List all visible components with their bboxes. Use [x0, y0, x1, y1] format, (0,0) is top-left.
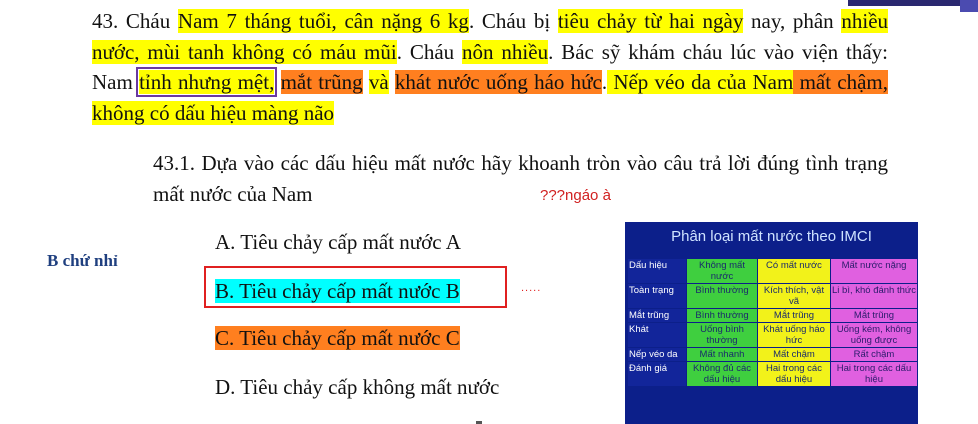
- option-d[interactable]: D. Tiêu chảy cấp không mất nước: [215, 374, 499, 400]
- table-cell: Không mất nước: [687, 259, 757, 283]
- imci-title: Phân loại mất nước theo IMCI: [671, 228, 872, 245]
- table-cell: Kích thích, vật vã: [758, 284, 830, 308]
- text-run: [389, 70, 395, 94]
- table-cell: Bình thường: [687, 309, 757, 322]
- table-cell: Mắt trũng: [628, 309, 686, 322]
- highlight-yellow: tiêu chảy từ hai ngày: [557, 9, 744, 33]
- highlight-yellow: Nếp véo da của Nam: [607, 70, 794, 94]
- table-row: Dấu hiệu Không mất nước Có mất nước Mất …: [628, 259, 917, 283]
- boxed-highlight: tỉnh nhưng mệt,: [136, 67, 278, 97]
- table-row: Đánh giá Không đủ các dấu hiệu Hai trong…: [628, 362, 917, 386]
- highlight-yellow: và: [368, 70, 389, 94]
- table-cell: Toàn trạng: [628, 284, 686, 308]
- table-cell: Mắt trũng: [758, 309, 830, 322]
- dotted-marker: .....: [521, 282, 542, 294]
- highlight-yellow: Nam 7 tháng tuổi, cân nặng 6 kg: [177, 9, 469, 33]
- option-b-label: B. Tiêu chảy cấp mất nước B: [215, 279, 460, 303]
- option-b[interactable]: B. Tiêu chảy cấp mất nước B: [215, 278, 460, 304]
- table-row: Khát Uống bình thường Khát uống háo hức …: [628, 323, 917, 347]
- table-cell: Khát uống háo hức: [758, 323, 830, 347]
- case-paragraph: 43. Cháu Nam 7 tháng tuổi, cân nặng 6 kg…: [92, 6, 889, 128]
- table-cell: Uống bình thường: [687, 323, 757, 347]
- table-cell: Mắt trũng: [831, 309, 917, 322]
- table-cell: Có mất nước: [758, 259, 830, 283]
- table-cell: Nếp véo da: [628, 348, 686, 361]
- table-cell: Bình thường: [687, 284, 757, 308]
- text-run: [363, 70, 369, 94]
- table-cell: Rất chậm: [831, 348, 917, 361]
- highlight-yellow: nôn nhiều: [462, 39, 549, 64]
- text-run: . Cháu bị: [468, 9, 558, 33]
- text-run: [274, 70, 280, 94]
- table-row: Mắt trũng Bình thường Mắt trũng Mắt trũn…: [628, 309, 917, 322]
- table-cell: Không đủ các dấu hiệu: [687, 362, 757, 386]
- highlight-orange: mất chậm,: [793, 70, 889, 94]
- table-cell: Đánh giá: [628, 362, 686, 386]
- annotation-note: ???ngáo à: [540, 187, 611, 204]
- option-c-label: C. Tiêu chảy cấp mất nước C: [215, 326, 460, 350]
- table-row: Toàn trạng Bình thường Kích thích, vật v…: [628, 284, 917, 308]
- table-cell: Dấu hiệu: [628, 259, 686, 283]
- text-run: . Cháu: [396, 39, 463, 64]
- table-cell: Mất chậm: [758, 348, 830, 361]
- table-cell: Uống kém, không uống được: [831, 323, 917, 347]
- table-row: Nếp véo da Mất nhanh Mất chậm Rất chậm: [628, 348, 917, 361]
- imci-table-image: Phân loại mất nước theo IMCI Dấu hiệu Kh…: [625, 222, 918, 424]
- highlight-yellow: không có dấu hiệu màng não: [92, 100, 335, 125]
- highlight-orange: khát nước uống háo hức: [394, 70, 602, 94]
- option-a[interactable]: A. Tiêu chảy cấp mất nước A: [215, 229, 461, 255]
- table-cell: Mất nhanh: [687, 348, 757, 361]
- table-cell: Hai trong các dấu hiệu: [758, 362, 830, 386]
- top-accent-corner: [960, 0, 978, 12]
- option-c[interactable]: C. Tiêu chảy cấp mất nước C: [215, 325, 460, 351]
- highlight-orange: mắt trũng: [280, 70, 363, 94]
- table-cell: Khát: [628, 323, 686, 347]
- text-run: 43. Cháu: [92, 9, 178, 33]
- question-text: 43.1. Dựa vào các dấu hiệu mất nước hãy …: [153, 151, 888, 206]
- imci-table: Dấu hiệu Không mất nước Có mất nước Mất …: [627, 258, 918, 387]
- table-cell: Hai trong các dấu hiệu: [831, 362, 917, 386]
- table-cell: Li bì, khó đánh thức: [831, 284, 917, 308]
- text-run: nay, phân: [743, 9, 842, 33]
- table-cell: Mất nước nặng: [831, 259, 917, 283]
- side-annotation: B chứ nhỉ: [47, 251, 118, 270]
